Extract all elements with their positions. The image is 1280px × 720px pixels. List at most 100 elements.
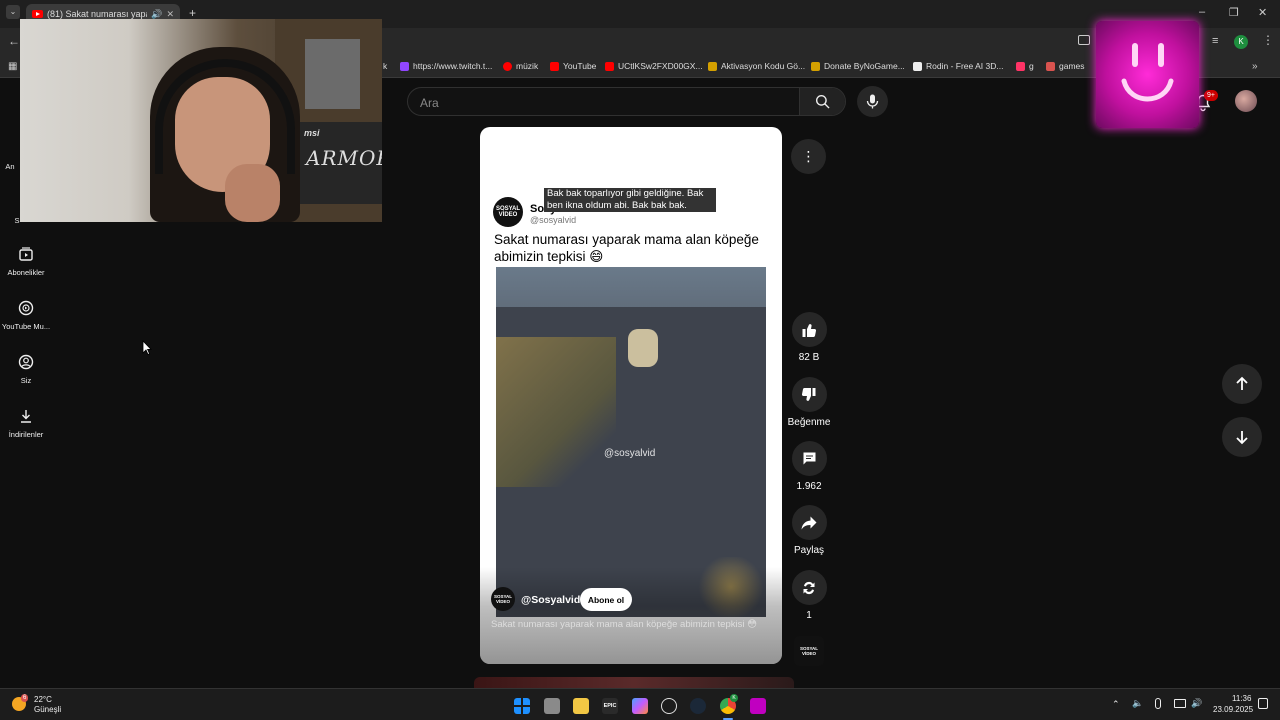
tray-chevron-icon[interactable]: ⌃: [1112, 699, 1120, 710]
epic-games-icon[interactable]: EPIC: [602, 698, 618, 714]
weather-widget[interactable]: 6 22°C Güneşli: [12, 693, 92, 717]
share-button[interactable]: [791, 505, 827, 540]
notification-badge: 9+: [1204, 90, 1218, 101]
kick-icon: [1016, 61, 1025, 71]
remix-icon: [803, 581, 815, 594]
rodin-icon: [913, 61, 922, 71]
webcam-overlay: msi ARMOR: [20, 19, 382, 222]
bookmark-item[interactable]: YouTube: [550, 61, 596, 71]
bookmark-item[interactable]: https://www.twitch.t...: [400, 61, 492, 71]
bookmark-item[interactable]: games: [1046, 61, 1085, 71]
tab-close-icon[interactable]: ✕: [166, 9, 174, 20]
more-bookmarks-icon[interactable]: »: [1252, 61, 1258, 72]
bookmark-item[interactable]: Rodin - Free AI 3D...: [913, 61, 1003, 71]
volume-mixer-icon[interactable]: 🔈: [1132, 698, 1143, 709]
bookmark-item[interactable]: müzik: [503, 61, 538, 71]
speaker-tray-icon[interactable]: 🔊: [1191, 698, 1202, 709]
channel-avatar[interactable]: SOSYAL VİDEO: [491, 587, 515, 611]
media-queue-icon[interactable]: ≡: [1212, 35, 1218, 47]
bookmark-item[interactable]: Donate ByNoGame...: [811, 61, 905, 71]
network-icon[interactable]: [1174, 699, 1186, 708]
twitch-icon: [400, 61, 409, 71]
cast-icon[interactable]: [1078, 35, 1090, 45]
search-icon: [815, 94, 830, 109]
bookmark-item[interactable]: g: [1016, 61, 1034, 71]
chatgpt-icon[interactable]: [661, 698, 677, 714]
profile-avatar[interactable]: K: [1234, 35, 1248, 49]
microphone-tray-icon[interactable]: [1155, 698, 1161, 709]
like-action[interactable]: 82 B: [791, 312, 827, 363]
comments-button[interactable]: [791, 441, 827, 476]
previous-short-button[interactable]: [1222, 364, 1262, 404]
more-options-button[interactable]: ⋮: [791, 139, 826, 174]
sidebar-item-you[interactable]: Siz: [0, 354, 52, 385]
bynogame-icon: [708, 61, 717, 71]
sidebar-item-subscriptions[interactable]: Abonelikler: [0, 246, 52, 277]
comment-icon: [803, 452, 815, 465]
search-box[interactable]: Ara: [407, 87, 846, 116]
microphone-icon: [866, 94, 879, 109]
youtube-icon: [550, 61, 559, 71]
back-arrow-icon[interactable]: ←: [8, 34, 20, 48]
like-button[interactable]: [791, 312, 827, 347]
arrow-up-icon: [1236, 376, 1248, 390]
new-tab-button[interactable]: +: [189, 6, 196, 20]
sidebar-item-youtube-music[interactable]: YouTube Mu...: [0, 300, 52, 331]
maximize-button[interactable]: ❐: [1229, 6, 1239, 19]
clock-time[interactable]: 11:36: [1232, 694, 1251, 703]
next-short-button[interactable]: [1222, 417, 1262, 457]
voice-search-button[interactable]: [857, 86, 888, 117]
remix-action[interactable]: 1: [791, 570, 827, 621]
share-arrow-icon: [801, 516, 817, 529]
download-icon: [21, 410, 31, 423]
chrome-icon[interactable]: K: [720, 694, 738, 714]
epic-games-label: EPIC: [603, 703, 617, 709]
twitch-studio-icon[interactable]: [750, 698, 766, 714]
browser-menu-icon[interactable]: ⋮: [1262, 33, 1274, 47]
post-title: Sakat numarası yaparak mama alan köpeğe …: [494, 232, 759, 264]
pc-case-box: [305, 39, 360, 109]
notification-center-icon[interactable]: [1258, 698, 1268, 709]
video-frame[interactable]: @sosyalvid: [496, 267, 766, 617]
close-window-button[interactable]: ✕: [1258, 6, 1267, 19]
video-title[interactable]: Sakat numarası yaparak mama alan köpeğe …: [491, 618, 776, 631]
steam-icon[interactable]: [690, 698, 706, 714]
subscribe-button[interactable]: Abone ol: [580, 588, 632, 611]
post-author-handle: @sosyalvid: [530, 215, 577, 225]
file-explorer-icon[interactable]: [573, 698, 589, 714]
user-circle-icon: [18, 354, 34, 370]
person-hand: [225, 164, 280, 222]
bookmark-item[interactable]: Aktivasyon Kodu Gö...: [708, 61, 805, 71]
smiley-face-overlay: [1096, 21, 1199, 128]
bookmark-item[interactable]: UCtlKSw2FXD00GX...: [605, 61, 703, 71]
gpu-box-brand: msi: [304, 128, 320, 138]
account-avatar[interactable]: [1235, 90, 1257, 112]
youtube-favicon-icon: [32, 10, 43, 18]
vertical-dots-icon: ⋮: [801, 148, 816, 164]
minimize-button[interactable]: –: [1199, 6, 1205, 18]
shorts-video-card[interactable]: SOSYAL VİDEO Sosyal Video @sosyalvid Bak…: [480, 127, 782, 664]
bookmark-item[interactable]: k: [383, 61, 387, 71]
share-action[interactable]: Paylaş: [791, 505, 827, 556]
windows-start-icon[interactable]: [514, 698, 530, 714]
sidebar-item-downloads[interactable]: İndirilenler: [0, 408, 52, 439]
dislike-button[interactable]: [791, 377, 827, 412]
speaker-icon[interactable]: 🔊: [151, 9, 162, 20]
dislike-action[interactable]: Beğenme: [786, 377, 832, 428]
search-button[interactable]: [799, 88, 845, 115]
next-short-preview[interactable]: [474, 677, 794, 688]
remix-button[interactable]: [791, 570, 827, 605]
post-avatar: SOSYAL VİDEO: [493, 197, 523, 227]
comments-action[interactable]: 1.962: [791, 441, 827, 492]
gpu-box: msi ARMOR: [296, 122, 382, 204]
channel-name[interactable]: @Sosyalvid: [521, 594, 580, 606]
search-input[interactable]: Ara: [420, 96, 439, 110]
dislike-label: Beğenme: [787, 417, 831, 428]
task-view-icon[interactable]: [544, 698, 560, 714]
copilot-icon[interactable]: [632, 698, 648, 714]
tab-list-chevron-icon[interactable]: ⌄: [6, 5, 20, 19]
apps-grid-icon[interactable]: ▦: [8, 61, 17, 72]
clock-date[interactable]: 23.09.2025: [1213, 705, 1253, 714]
youtube-music-icon: [18, 300, 34, 316]
sound-thumbnail[interactable]: SOSYAL VİDEO: [794, 636, 824, 666]
